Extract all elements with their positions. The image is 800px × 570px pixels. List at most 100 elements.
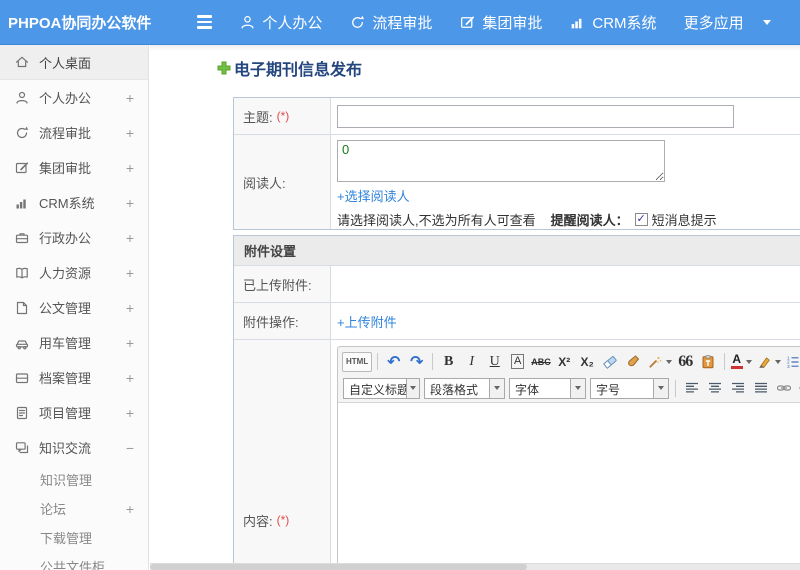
caret-down-icon [762, 19, 771, 25]
highlight-color-button[interactable] [755, 351, 782, 373]
eraser-icon[interactable] [600, 351, 621, 373]
horizontal-scrollbar[interactable] [150, 563, 800, 570]
attachments-section-header: 附件设置 [234, 236, 800, 266]
sidebar-item-personal-office[interactable]: 个人办公 + [0, 80, 148, 115]
sidebar-item-vehicle[interactable]: 用车管理 + [0, 325, 148, 360]
paragraph-format-select[interactable]: 段落格式 [424, 377, 505, 399]
form-table-basic: 主题: (*) 阅读人: 0 +选择阅读人 请选择阅读人,不选为所有人可查看 提… [233, 97, 800, 230]
sidebar-item-workflow-approval[interactable]: 流程审批 + [0, 115, 148, 150]
align-left-icon[interactable] [681, 377, 702, 399]
font-size-select[interactable]: 字号 [590, 377, 669, 399]
readers-textarea[interactable]: 0 [337, 140, 665, 182]
sms-checkbox[interactable]: ✓ [634, 213, 648, 226]
caret-down-icon [653, 378, 668, 398]
chart-icon [572, 18, 582, 28]
format-brush-icon[interactable] [623, 351, 644, 373]
sidebar-subitem-forum[interactable]: 论坛 + [0, 494, 148, 523]
align-center-icon[interactable] [704, 377, 725, 399]
bold-button[interactable]: B [438, 351, 459, 373]
align-right-icon[interactable] [727, 377, 748, 399]
nav-item-more-apps[interactable]: 更多应用 [684, 12, 771, 33]
main-content: 电子期刊信息发布 主题: (*) 阅读人: 0 +选择阅读人 请选择阅读人,不选… [150, 45, 800, 570]
home-icon [15, 56, 29, 68]
expand-toggle[interactable]: + [124, 501, 136, 517]
content-label: 内容: (*) [234, 340, 331, 570]
user-icon [16, 91, 28, 104]
expand-toggle[interactable]: + [124, 125, 136, 141]
document-icon [16, 301, 28, 314]
collapse-toggle[interactable]: − [124, 440, 136, 456]
caret-down-icon [774, 359, 781, 364]
select-readers-link[interactable]: +选择阅读人 [337, 186, 410, 205]
font-family-select[interactable]: 字体 [509, 377, 586, 399]
expand-toggle[interactable]: + [124, 335, 136, 351]
sidebar-item-archives[interactable]: 档案管理 + [0, 360, 148, 395]
expand-toggle[interactable]: + [124, 160, 136, 176]
underline-button[interactable]: U [484, 351, 505, 373]
sidebar-subitem-knowledge-mgmt[interactable]: 知识管理 [0, 465, 148, 494]
align-justify-icon[interactable] [750, 377, 771, 399]
readers-label: 阅读人: [234, 135, 331, 229]
nav-item-group-approval[interactable]: 集团审批 [459, 12, 542, 33]
sidebar-subitem-downloads[interactable]: 下载管理 [0, 523, 148, 552]
expand-toggle[interactable]: + [124, 370, 136, 386]
superscript-button[interactable]: X² [554, 351, 575, 373]
nav-item-personal-office[interactable]: 个人办公 [239, 12, 322, 33]
uploaded-attachments-label: 已上传附件: [234, 266, 331, 302]
paste-as-text-icon[interactable] [698, 351, 719, 373]
sidebar: 个人桌面 个人办公 + 流程审批 + 集团审批 + CRM系统 + 行政办公 +… [0, 45, 149, 570]
nav-item-label: 集团审批 [482, 14, 543, 32]
sms-checkbox-label[interactable]: 短消息提示 [652, 210, 717, 229]
top-navbar: PHPOA协同办公软件 个人办公 流程审批 集团审批 CRM系统 更多应用 [0, 0, 800, 45]
sidebar-item-personal-desktop[interactable]: 个人桌面 [0, 45, 148, 80]
attachment-actions-row: 附件操作: +上传附件 [234, 303, 800, 340]
sidebar-item-group-approval[interactable]: 集团审批 + [0, 150, 148, 185]
process-icon [352, 15, 365, 28]
sidebar-subitem-public-cabinet[interactable]: 公共文件柜 [0, 552, 148, 570]
expand-toggle[interactable]: + [124, 230, 136, 246]
font-color-button[interactable]: A [730, 351, 753, 373]
strikethrough-button[interactable]: ABC [530, 351, 552, 373]
remove-link-icon[interactable] [796, 377, 800, 399]
user-icon [241, 15, 254, 28]
caret-down-icon [405, 378, 419, 398]
expand-toggle[interactable]: + [124, 195, 136, 211]
sidebar-item-projects[interactable]: 项目管理 + [0, 395, 148, 430]
editor-content-area[interactable] [338, 403, 800, 570]
italic-button[interactable]: I [461, 351, 482, 373]
required-mark: (*) [276, 513, 290, 527]
app-brand: PHPOA协同办公软件 [8, 14, 152, 32]
undo-icon[interactable]: ↶ [383, 351, 404, 373]
blockquote-button[interactable]: 66 [675, 351, 696, 373]
subject-row: 主题: (*) [234, 98, 800, 135]
readers-row: 阅读人: 0 +选择阅读人 请选择阅读人,不选为所有人可查看 提醒阅读人： ✓ … [234, 135, 800, 229]
auto-format-icon[interactable] [646, 351, 673, 373]
scrollbar-thumb[interactable] [150, 564, 527, 570]
sidebar-item-knowledge[interactable]: 知识交流 − [0, 430, 148, 465]
checkmark-icon: ✓ [636, 213, 646, 225]
car-icon [15, 339, 29, 349]
nav-item-crm[interactable]: CRM系统 [569, 12, 657, 33]
readers-hint: 请选择阅读人,不选为所有人可查看 提醒阅读人： ✓ 短消息提示 [337, 210, 717, 229]
sidebar-item-official-docs[interactable]: 公文管理 + [0, 290, 148, 325]
menu-icon[interactable] [197, 15, 213, 29]
html-source-button[interactable]: HTML [342, 351, 373, 372]
custom-heading-select[interactable]: 自定义标题 [343, 377, 420, 399]
editor-toolbar: HTML ↶ ↷ B I U A ABC X² X₂ 66 A 1 2 3 自定… [338, 347, 800, 403]
expand-toggle[interactable]: + [124, 300, 136, 316]
ordered-list-button[interactable]: 123 [784, 351, 800, 373]
sidebar-item-crm[interactable]: CRM系统 + [0, 185, 148, 220]
subscript-button[interactable]: X₂ [577, 351, 598, 373]
expand-toggle[interactable]: + [124, 90, 136, 106]
font-style-button[interactable]: A [507, 351, 528, 373]
expand-toggle[interactable]: + [124, 265, 136, 281]
redo-icon[interactable]: ↷ [406, 351, 427, 373]
caret-down-icon [745, 359, 752, 364]
expand-toggle[interactable]: + [124, 405, 136, 421]
subject-input[interactable] [337, 104, 734, 128]
upload-attachment-link[interactable]: +上传附件 [337, 312, 397, 331]
sidebar-item-hr[interactable]: 人力资源 + [0, 255, 148, 290]
insert-link-icon[interactable] [773, 377, 794, 399]
sidebar-item-admin-office[interactable]: 行政办公 + [0, 220, 148, 255]
nav-item-workflow-approval[interactable]: 流程审批 [349, 12, 432, 33]
